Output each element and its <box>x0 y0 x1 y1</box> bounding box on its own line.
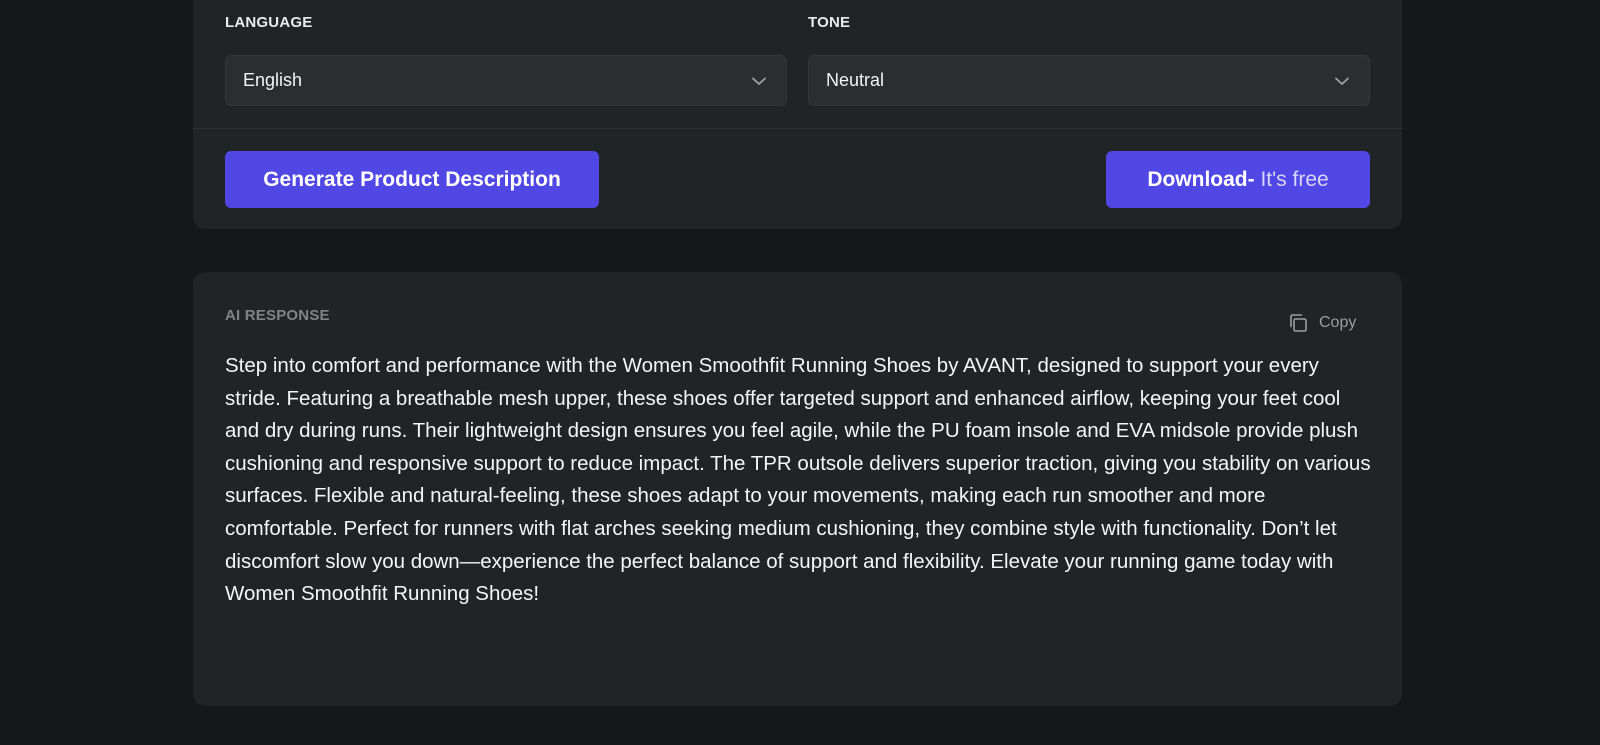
language-label: LANGUAGE <box>225 14 313 31</box>
tone-label: TONE <box>808 14 851 31</box>
settings-card: LANGUAGE English TONE Neutral Generate P… <box>193 0 1402 229</box>
ai-response-text: Step into comfort and performance with t… <box>225 354 1371 606</box>
download-button-label: Download- <box>1147 168 1255 191</box>
language-select-value: English <box>243 70 303 90</box>
generate-button-label: Generate Product Description <box>263 168 561 191</box>
ai-response-card: AI RESPONSE Copy Step into comfort and p… <box>193 272 1402 706</box>
copy-icon <box>1290 314 1307 332</box>
page: LANGUAGE English TONE Neutral Generate P… <box>0 0 1600 745</box>
copy-label: Copy <box>1319 314 1357 331</box>
generate-description-button[interactable]: Generate Product Description <box>225 151 599 208</box>
tone-select[interactable]: Neutral <box>808 55 1370 106</box>
chevron-down-icon <box>752 77 766 85</box>
tone-select-value: Neutral <box>826 70 885 90</box>
download-free-label: It's free <box>1254 168 1329 191</box>
chevron-down-icon <box>1335 77 1349 85</box>
divider <box>193 128 1402 129</box>
download-button[interactable]: Download- It's free <box>1106 151 1370 208</box>
copy-button[interactable]: Copy <box>1287 311 1356 335</box>
language-select[interactable]: English <box>225 55 787 106</box>
ai-response-label: AI RESPONSE <box>225 307 330 324</box>
